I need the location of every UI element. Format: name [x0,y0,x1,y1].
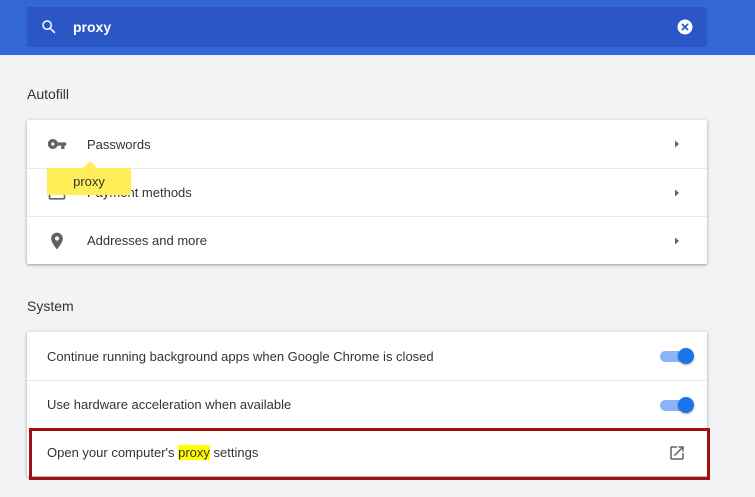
search-icon [29,7,69,47]
autofill-section-title: Autofill [27,86,70,102]
chevron-right-icon [647,139,707,149]
system-card: Continue running background apps when Go… [27,332,707,476]
search-match-highlight: proxy [178,445,210,460]
clear-icon [677,19,693,35]
passwords-label: Passwords [87,136,151,152]
system-section-title: System [27,298,74,314]
clear-search-button[interactable] [665,7,705,47]
settings-toolbar [0,0,755,55]
chevron-right-icon [647,236,707,246]
hardware-acceleration-toggle[interactable] [660,395,694,415]
background-apps-toggle[interactable] [660,346,694,366]
passwords-row[interactable]: Passwords [27,120,707,168]
hardware-acceleration-row[interactable]: Use hardware acceleration when available [27,380,707,428]
location-pin-icon [27,231,87,251]
background-apps-row[interactable]: Continue running background apps when Go… [27,332,707,380]
open-external-button[interactable] [647,444,707,462]
addresses-row[interactable]: Addresses and more [27,216,707,264]
addresses-label: Addresses and more [87,233,207,248]
search-input[interactable] [69,19,665,35]
payment-methods-label: Payment methods [87,185,192,200]
proxy-settings-label: Open your computer's proxy settings [47,445,259,460]
hardware-acceleration-label: Use hardware acceleration when available [47,397,292,412]
search-match-bubble: proxy [47,161,131,195]
background-apps-label: Continue running background apps when Go… [47,348,434,364]
proxy-settings-row[interactable]: Open your computer's proxy settings [27,428,707,476]
key-icon [27,134,87,154]
open-in-new-icon [670,445,684,460]
chevron-right-icon [647,188,707,198]
search-box[interactable] [27,7,707,47]
